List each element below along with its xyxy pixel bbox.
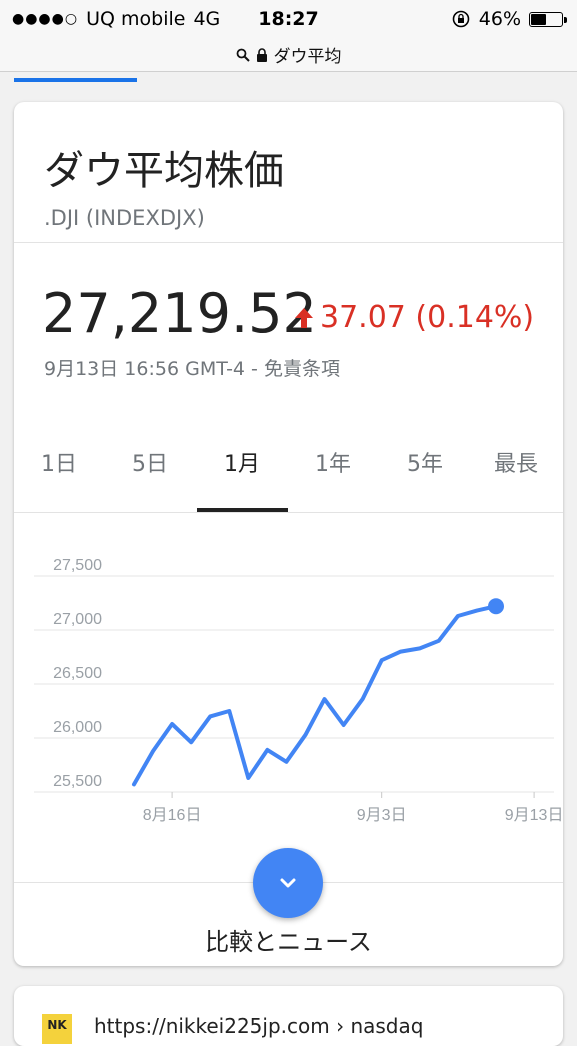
stock-price: 27,219.52	[42, 282, 317, 345]
site-favicon: NK	[42, 1014, 72, 1044]
divider	[14, 242, 563, 243]
x-tick-label: 9月3日	[357, 807, 407, 824]
y-tick-label: 26,000	[53, 719, 102, 736]
chevron-down-icon	[280, 878, 296, 888]
latest-point	[488, 598, 504, 615]
url-text: ダウ平均	[273, 47, 342, 67]
expand-button[interactable]	[253, 848, 323, 918]
arrow-up-icon	[295, 307, 313, 328]
y-tick-label: 27,000	[53, 611, 102, 628]
tab-max[interactable]: 最長	[471, 446, 561, 478]
tab-1m[interactable]: 1月	[197, 446, 287, 478]
active-tab-indicator	[14, 78, 137, 82]
rotation-lock-icon	[452, 10, 470, 28]
x-tick-label: 8月16日	[143, 807, 202, 824]
battery-percent: 46%	[478, 8, 521, 30]
battery-info: 46%	[451, 8, 567, 30]
price-timestamp: 9月13日 16:56 GMT-4 - 免責条項	[44, 358, 340, 380]
price-chart[interactable]: 25,500 26,000 26,500 27,000 27,500 8月16日 9月3日 9…	[14, 514, 563, 874]
tab-1y[interactable]: 1年	[288, 446, 378, 478]
y-tick-label: 26,500	[53, 665, 102, 682]
tab-5d[interactable]: 5日	[105, 446, 195, 478]
stock-ticker: .DJI (INDEXDJX)	[44, 206, 205, 230]
stock-title: ダウ平均株価	[44, 148, 284, 194]
price-chart-svg: 25,500 26,000 26,500 27,000 27,500 8月16日 9月3日 9…	[34, 557, 563, 824]
compare-news-link[interactable]: 比較とニュース	[14, 922, 563, 957]
price-line	[132, 604, 498, 787]
status-bar: ●●●●○ UQ mobile 4G 18:27 46%	[0, 0, 577, 38]
y-tick-label: 25,500	[53, 773, 102, 790]
address-bar[interactable]: ダウ平均	[0, 38, 577, 72]
divider	[14, 512, 563, 513]
battery-icon	[529, 11, 567, 27]
tab-5y[interactable]: 5年	[380, 446, 470, 478]
result-url[interactable]: https://nikkei225jp.com › nasdaq	[94, 1014, 423, 1038]
search-icon	[236, 48, 250, 62]
x-tick-label: 9月13日	[505, 807, 563, 824]
y-tick-label: 27,500	[53, 557, 102, 574]
tab-1d[interactable]: 1日	[14, 446, 104, 478]
range-selector: 1日 5日 1月 1年 5年 最長	[14, 424, 563, 512]
battery-level	[531, 13, 546, 25]
stock-card: ダウ平均株価 .DJI (INDEXDJX) 27,219.52 37.07 (…	[14, 102, 563, 966]
lock-icon	[256, 47, 267, 62]
price-change: 37.07 (0.14%)	[294, 300, 534, 335]
search-result-card[interactable]: NK https://nikkei225jp.com › nasdaq	[14, 986, 563, 1046]
price-change-value: 37.07 (0.14%)	[320, 300, 535, 335]
